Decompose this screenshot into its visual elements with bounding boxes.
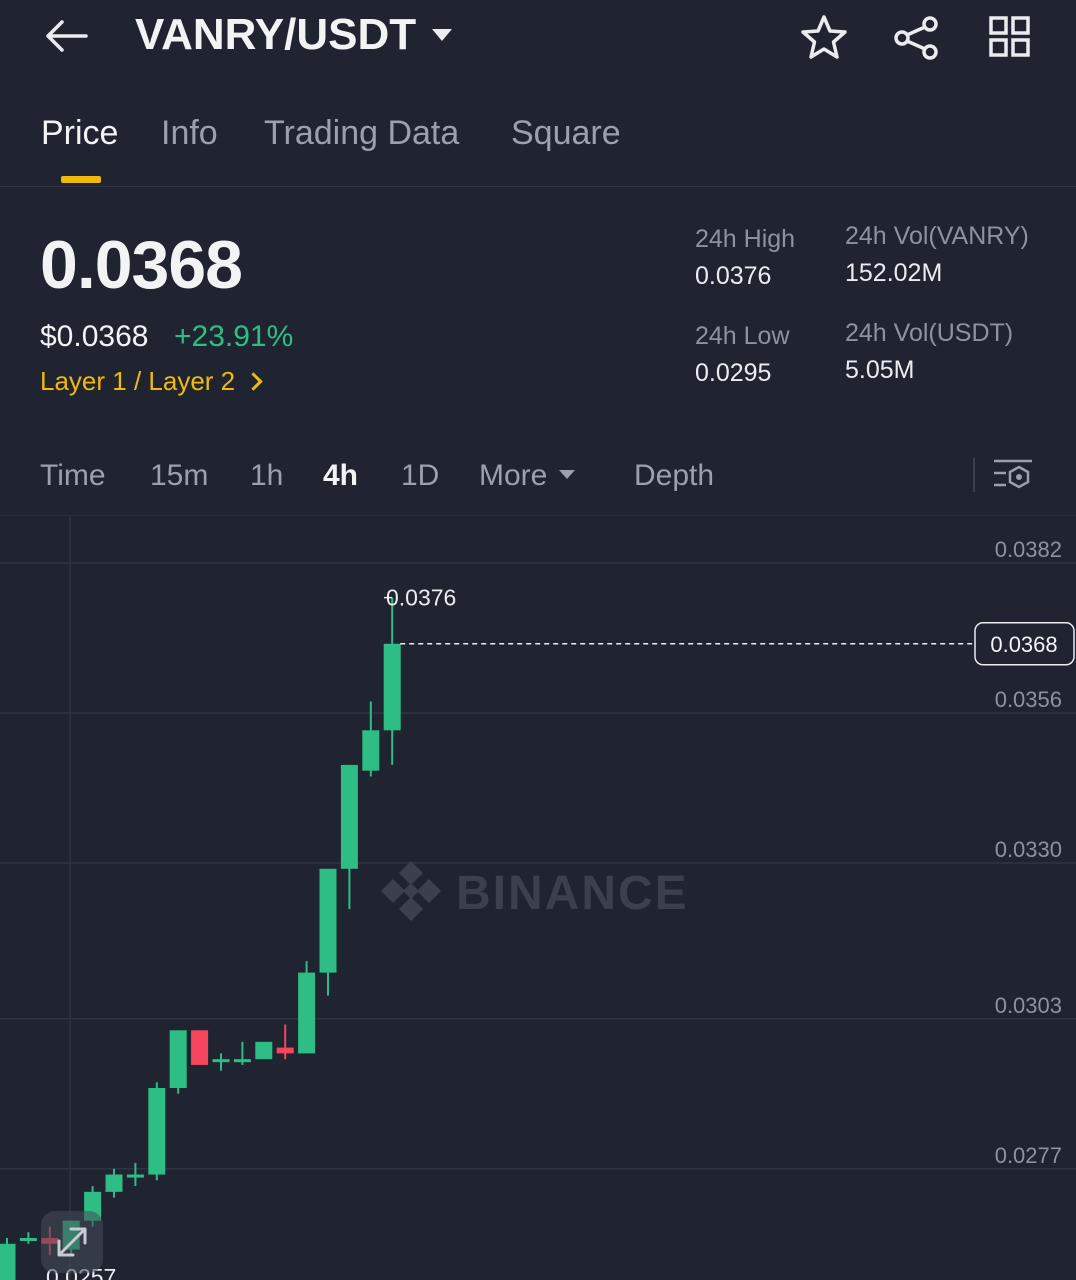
toolbar-divider: [973, 458, 975, 492]
share-icon: [894, 16, 938, 60]
chevron-right-icon: [244, 372, 263, 391]
grid-icon: [989, 16, 1030, 57]
candle-body: [362, 730, 380, 771]
price-axis-label: 0.0382: [995, 537, 1062, 562]
interval-4h[interactable]: 4h: [323, 459, 358, 493]
candle-body: [276, 1047, 294, 1054]
expand-icon: [57, 1227, 87, 1257]
candle-body: [126, 1174, 144, 1178]
depth-tab[interactable]: Depth: [634, 459, 714, 493]
tab-info[interactable]: Info: [161, 114, 218, 153]
candle-body: [383, 643, 401, 731]
candle-body: [148, 1088, 166, 1175]
caret-down-icon: [432, 29, 453, 41]
grid-menu-button[interactable]: [984, 12, 1036, 64]
interval-bar: Time 15m 1h 4h 1D More Depth: [0, 445, 1076, 516]
price-axis-label: 0.0277: [995, 1143, 1062, 1168]
expand-chart-button[interactable]: [41, 1211, 103, 1273]
low-label: 24h Low: [695, 322, 790, 350]
category-link[interactable]: Layer 1 / Layer 2: [40, 366, 263, 397]
tab-square[interactable]: Square: [511, 114, 621, 153]
pair-selector[interactable]: VANRY/USDT: [135, 10, 453, 60]
share-button[interactable]: [890, 12, 942, 64]
usd-price: $0.0368: [40, 320, 149, 353]
high-marker-label: 0.0376: [386, 585, 456, 611]
chart-markers: 0.03760.02570.0368: [46, 585, 1075, 1280]
current-price-label: 0.0368: [990, 632, 1057, 657]
candle-body: [191, 1030, 209, 1065]
star-icon: [801, 15, 847, 59]
chart-grid: [0, 562, 1076, 1170]
watermark-text: BINANCE: [456, 867, 689, 920]
candle-body: [212, 1059, 230, 1063]
high-label: 24h High: [695, 225, 796, 253]
candlestick-chart[interactable]: BINANCE 0.0382 0.0356 0.0330 0.0303 0.0277 0…: [0, 515, 1076, 1280]
interval-time[interactable]: Time: [40, 459, 106, 493]
tab-price[interactable]: Price: [41, 114, 118, 153]
interval-more-label: More: [479, 459, 548, 492]
chart-settings-button[interactable]: [992, 455, 1036, 495]
caret-down-icon: [559, 469, 576, 479]
arrow-left-icon: [46, 20, 88, 52]
low-value: 0.0295: [695, 359, 772, 387]
candles: [0, 597, 401, 1280]
interval-1d[interactable]: 1D: [401, 459, 439, 493]
vol-quote-label: 24h Vol(USDT): [845, 319, 1014, 347]
tab-trading-data[interactable]: Trading Data: [264, 114, 459, 153]
candle-body: [169, 1030, 187, 1088]
main-tabs: Price Info Trading Data Square: [0, 100, 1076, 187]
candle-body: [319, 868, 337, 973]
candle-body: [255, 1041, 273, 1060]
price-axis-label: 0.0330: [995, 837, 1062, 862]
back-button[interactable]: [40, 14, 92, 58]
interval-1h[interactable]: 1h: [250, 459, 283, 493]
active-tab-indicator: [61, 176, 101, 183]
interval-15m[interactable]: 15m: [150, 459, 208, 493]
candle-body: [298, 972, 316, 1054]
vol-base-value: 152.02M: [845, 259, 943, 287]
price-axis-label: 0.0356: [995, 687, 1062, 712]
favorite-button[interactable]: [798, 12, 850, 64]
candle-body: [340, 764, 358, 869]
watermark: BINANCE: [381, 861, 689, 921]
vol-quote-value: 5.05M: [845, 356, 915, 384]
candle-body: [105, 1174, 123, 1192]
last-price: 0.0368: [40, 227, 243, 303]
price-change-percent: +23.91%: [174, 320, 294, 353]
binance-logo-icon: [381, 861, 441, 921]
top-bar: VANRY/USDT: [0, 0, 1076, 80]
high-value: 0.0376: [695, 262, 772, 290]
pair-title: VANRY/USDT: [135, 10, 417, 59]
chart-settings-icon: [994, 459, 1032, 489]
interval-more[interactable]: More: [479, 459, 576, 493]
candle-body: [0, 1243, 16, 1280]
price-axis-label: 0.0303: [995, 993, 1062, 1018]
candle-body: [233, 1059, 251, 1063]
vol-base-label: 24h Vol(VANRY): [845, 222, 1029, 250]
candle-body: [19, 1238, 37, 1241]
category-label: Layer 1 / Layer 2: [40, 366, 236, 396]
